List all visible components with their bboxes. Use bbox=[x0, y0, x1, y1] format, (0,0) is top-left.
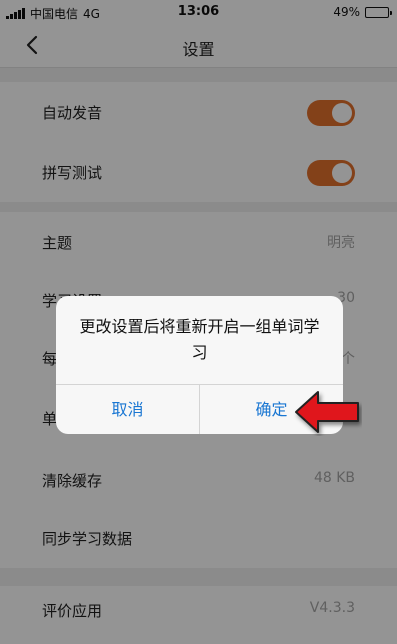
cancel-button[interactable]: 取消 bbox=[56, 385, 199, 434]
dialog-message: 更改设置后将重新开启一组单词学习 bbox=[79, 317, 320, 362]
red-arrow-icon bbox=[295, 391, 359, 433]
